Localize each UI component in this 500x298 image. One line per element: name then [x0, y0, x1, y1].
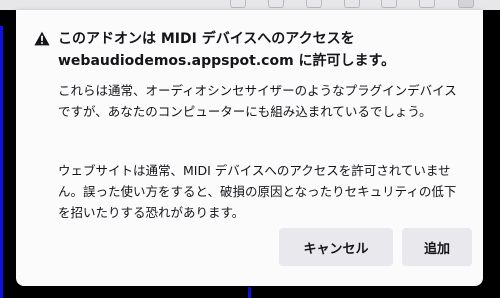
browser-toolbar-strip	[0, 0, 500, 10]
dialog-description-devices: これらは通常、オーディオシンセサイザーのようなプラグインデバイスですが、あなたの…	[58, 83, 457, 119]
dialog-title: このアドオンは MIDI デバイスへのアクセスを webaudiodemos.a…	[58, 31, 396, 69]
dialog-description-risk: ウェブサイトは通常、MIDI デバイスへのアクセスを許可されていません。誤った使…	[58, 163, 457, 220]
page-background-edge	[248, 287, 251, 298]
cancel-button[interactable]: キャンセル	[279, 228, 393, 266]
warning-icon	[34, 31, 50, 46]
toolbar-icon	[381, 0, 397, 8]
toolbar-icon	[419, 0, 435, 8]
toolbar-icon	[458, 0, 474, 8]
add-button[interactable]: 追加	[402, 228, 472, 266]
toolbar-icon	[268, 0, 284, 8]
toolbar-icon	[344, 0, 360, 8]
toolbar-icon	[306, 0, 322, 8]
addon-permission-dialog: このアドオンは MIDI デバイスへのアクセスを webaudiodemos.a…	[16, 10, 483, 286]
toolbar-icon	[230, 0, 246, 8]
page-background-edge	[0, 26, 3, 298]
